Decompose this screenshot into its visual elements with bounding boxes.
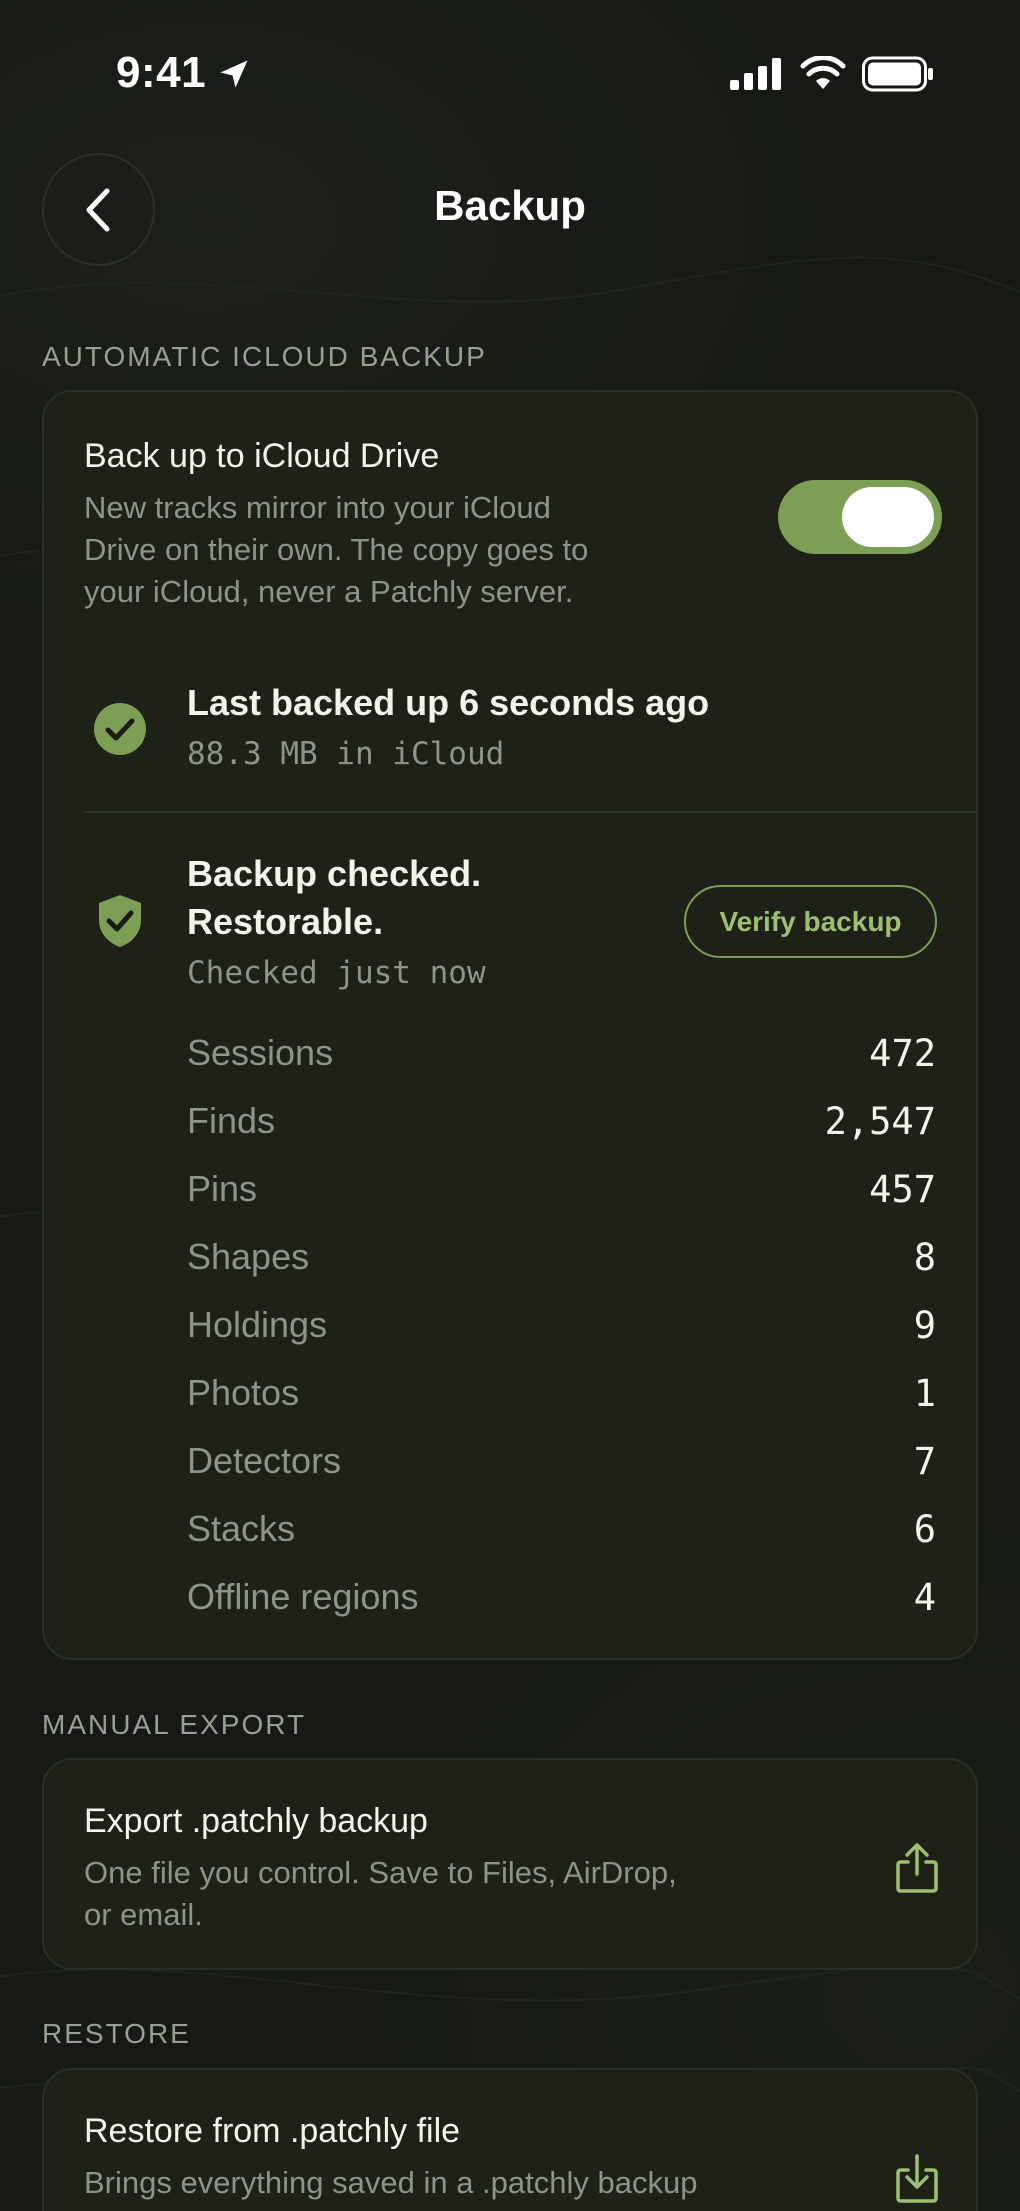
section-label-icloud: AUTOMATIC ICLOUD BACKUP — [42, 341, 487, 372]
export-backup-card[interactable]: Export .patchly backup One file you cont… — [42, 1758, 978, 1970]
stat-label-detectors: Detectors — [187, 1440, 342, 1481]
stat-value-sessions: 472 — [869, 1032, 936, 1075]
description-line: your iCloud, never a Patchly server. — [84, 574, 574, 609]
check-circle-icon — [94, 703, 146, 755]
stat-value-pins: 457 — [869, 1168, 936, 1211]
status-bar: 9:41 — [0, 0, 1020, 150]
stat-value-shapes: 8 — [913, 1236, 936, 1279]
restore-description: Brings everything saved in a .patchly ba… — [84, 2162, 697, 2204]
battery-icon — [862, 56, 933, 92]
description-line: One file you control. Save to Files, Air… — [84, 1855, 677, 1890]
stat-value-photos: 1 — [913, 1372, 936, 1415]
stat-label-pins: Pins — [187, 1168, 258, 1209]
verify-backup-button[interactable]: Verify backup — [684, 885, 937, 958]
export-title: Export .patchly backup — [84, 1802, 428, 1840]
page-title: Backup — [434, 182, 586, 229]
stat-label-finds: Finds — [187, 1100, 276, 1141]
last-backup-title: Last backed up 6 seconds ago — [187, 682, 710, 723]
status-time: 9:41 — [116, 48, 207, 97]
stat-label-shapes: Shapes — [187, 1236, 310, 1277]
restore-title: Restore from .patchly file — [84, 2112, 461, 2150]
wifi-icon — [800, 56, 846, 89]
location-arrow-icon — [220, 60, 248, 88]
description-line: Brings everything saved in a .patchly ba… — [84, 2165, 698, 2200]
backup-check-time: Checked just now — [187, 955, 486, 991]
stat-label-photos: Photos — [187, 1372, 300, 1413]
last-backup-size: 88.3 MB in iCloud — [187, 736, 505, 772]
stat-label-holdings: Holdings — [187, 1304, 328, 1345]
stat-value-offline-regions: 4 — [913, 1576, 936, 1619]
stat-label-offline-regions: Offline regions — [187, 1576, 419, 1617]
divider — [84, 811, 978, 813]
shield-check-icon — [99, 895, 141, 947]
stat-value-finds: 2,547 — [824, 1100, 936, 1143]
export-description: One file you control. Save to Files, Air… — [84, 1852, 677, 1936]
toggle-knob — [842, 487, 934, 547]
stat-value-holdings: 9 — [913, 1304, 936, 1347]
description-line: New tracks mirror into your iCloud — [84, 490, 551, 525]
check-title-line: Restorable. — [187, 901, 384, 942]
stat-value-detectors: 7 — [913, 1440, 936, 1483]
check-title-line: Backup checked. — [187, 853, 482, 894]
backup-check-title: Backup checked. Restorable. — [187, 850, 481, 946]
restore-backup-card[interactable]: Restore from .patchly file Brings everyt… — [42, 2068, 978, 2211]
section-label-restore: RESTORE — [42, 2018, 191, 2049]
icloud-backup-toggle[interactable] — [778, 480, 942, 554]
share-icon[interactable] — [894, 1842, 940, 1894]
signal-icon — [730, 58, 781, 90]
icloud-toggle-description: New tracks mirror into your iCloud Drive… — [84, 487, 588, 613]
description-line: Drive on their own. The copy goes to — [84, 532, 589, 567]
section-label-export: MANUAL EXPORT — [42, 1709, 307, 1740]
backup-screen: 9:41 Backup AUTOMATIC ICLOUD BACKUP Back… — [0, 0, 1020, 2211]
icloud-toggle-title: Back up to iCloud Drive — [84, 437, 440, 475]
download-icon[interactable] — [894, 2152, 940, 2204]
description-line: or email. — [84, 1897, 203, 1932]
stat-label-stacks: Stacks — [187, 1508, 296, 1549]
stat-label-sessions: Sessions — [187, 1032, 334, 1073]
stat-value-stacks: 6 — [913, 1508, 936, 1551]
